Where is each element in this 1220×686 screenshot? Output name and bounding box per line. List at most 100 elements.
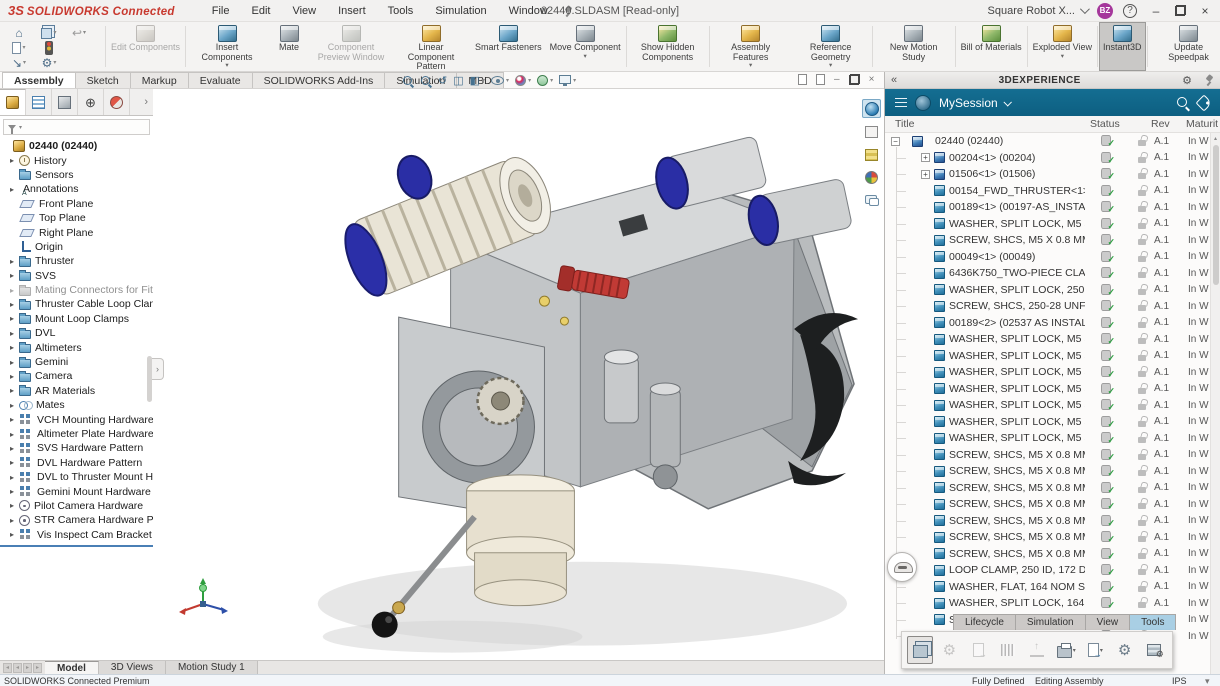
tree-item-thruster[interactable]: ▸Thruster [0, 254, 153, 268]
tree-item-camera[interactable]: ▸Camera [0, 369, 153, 383]
markup-box-icon[interactable] [862, 122, 881, 141]
user-avatar[interactable]: BZ [1097, 3, 1113, 19]
panel-pin-icon[interactable] [1204, 75, 1214, 85]
display-style-icon[interactable]: ◧▾ [470, 74, 485, 87]
expand-arrow-icon[interactable]: ▸ [10, 458, 19, 467]
table-row[interactable]: WASHER, SPLIT LOCK, M5 SCR...A.1In W [885, 381, 1210, 398]
tab-markup[interactable]: Markup [130, 72, 189, 88]
tab-scroll-prev[interactable]: ◂ [13, 663, 22, 673]
table-row[interactable]: SCREW, SHCS, M5 X 0.8 MM TH...A.1In W [885, 463, 1210, 480]
menu-insert[interactable]: Insert [329, 3, 375, 19]
save-button[interactable]: ▾ [41, 26, 56, 39]
column-maturity[interactable]: Maturit [1186, 118, 1218, 130]
table-row[interactable]: SCREW, SHCS, M5 X 0.8 MM TH...A.1In W [885, 513, 1210, 530]
table-row[interactable]: WASHER, SPLIT LOCK, M5 SCR...A.1In W [885, 216, 1210, 233]
table-row[interactable]: +01506<1> (01506)A.1In W [885, 166, 1210, 183]
table-row[interactable]: WASHER, SPLIT LOCK, M5 SCR...A.1In W [885, 348, 1210, 365]
minimize-button[interactable]: – [1147, 4, 1165, 18]
dropdown-arrow-icon[interactable]: ▾ [573, 77, 576, 84]
tab-scroll-last[interactable]: ▸ [33, 663, 42, 673]
expand-arrow-icon[interactable]: ▸ [10, 286, 19, 295]
smart-fasteners-button[interactable]: Smart Fasteners [471, 22, 546, 71]
table-row[interactable]: WASHER, SPLIT LOCK, M5 SCR...A.1In W [885, 364, 1210, 381]
table-row[interactable]: SCREW, SHCS, M5 X 0.8 MM TH...A.1In W [885, 529, 1210, 546]
tree-item-front-plane[interactable]: Front Plane [0, 197, 153, 211]
expand-expander-icon[interactable]: + [921, 153, 930, 162]
tree-item-thruster-cable-loop-clamp[interactable]: ▸Thruster Cable Loop Clamp [0, 297, 153, 311]
tree-item-altimeter-plate-hardware-pattern[interactable]: ▸Altimeter Plate Hardware Pattern [0, 427, 153, 441]
dropdown-arrow-icon[interactable]: ▾ [583, 54, 586, 60]
expand-arrow-icon[interactable]: ▸ [10, 372, 19, 381]
doc-restore-button[interactable] [849, 74, 860, 85]
tab-assembly[interactable]: Assembly [2, 72, 76, 88]
table-row[interactable]: SCREW, SHCS, M5 X 0.8 MM TH...A.1In W [885, 480, 1210, 497]
expand-arrow-icon[interactable]: ▸ [10, 401, 19, 410]
apply-scene-icon[interactable]: ▾ [537, 75, 553, 86]
dropdown-arrow-icon[interactable]: ▾ [1073, 647, 1076, 654]
panel-tab-simulation[interactable]: Simulation [1015, 614, 1086, 630]
hide-show-items-icon[interactable]: ▾ [491, 76, 509, 85]
table-row[interactable]: WASHER, SPLIT LOCK, M5 SCR...A.1In W [885, 430, 1210, 447]
table-row[interactable]: +00204<1> (00204)A.1In W [885, 150, 1210, 167]
instant3d-button[interactable]: Instant3D [1099, 22, 1146, 71]
tree-item-pilot-camera-hardware[interactable]: ▸Pilot Camera Hardware [0, 499, 153, 513]
tree-item-dvl-hardware-pattern[interactable]: ▸DVL Hardware Pattern [0, 456, 153, 470]
tree-item-02440-02440[interactable]: 02440 (02440) [0, 139, 153, 153]
tree-item-sensors[interactable]: Sensors [0, 168, 153, 182]
expand-arrow-icon[interactable]: ▸ [10, 343, 19, 352]
table-row[interactable]: WASHER, SPLIT LOCK, 250 NO...A.1In W [885, 282, 1210, 299]
show-hidden-components-button[interactable]: Show Hidden Components [628, 22, 708, 71]
tab-sketch[interactable]: Sketch [75, 72, 131, 88]
zoom-area-icon[interactable] [420, 75, 432, 87]
table-row[interactable]: 00049<1> (00049)A.1In W [885, 249, 1210, 266]
tab-solidworks-add-ins[interactable]: SOLIDWORKS Add-Ins [252, 72, 386, 88]
status-units-dropdown[interactable]: ▾ [1205, 676, 1210, 686]
expand-arrow-icon[interactable]: ▸ [10, 530, 19, 539]
expand-arrow-icon[interactable]: ▸ [10, 329, 19, 338]
menu-file[interactable]: File [203, 3, 239, 19]
tree-item-str-camera-hardware-pattern-1[interactable]: ▸STR Camera Hardware Pattern 1 [0, 513, 153, 527]
expand-arrow-icon[interactable]: ▸ [10, 185, 19, 194]
hamburger-menu-icon[interactable] [895, 98, 907, 107]
model-tab-motion-study-1[interactable]: Motion Study 1 [166, 661, 258, 674]
table-row[interactable]: 00189<1> (00197-AS_INSTALLED)A.1In W [885, 199, 1210, 216]
tag-icon[interactable] [1196, 94, 1213, 111]
column-status[interactable]: Status [1090, 118, 1120, 130]
expand-arrow-icon[interactable]: ▸ [10, 386, 19, 395]
table-row[interactable]: SCREW, SHCS, M5 X 0.8 MM TH...A.1In W [885, 447, 1210, 464]
doc-minimize-button[interactable]: – [834, 74, 840, 85]
assistant-robot-icon[interactable] [887, 552, 917, 582]
table-row[interactable]: SCREW, SHCS, 250-28 UNF-3A ...A.1In W [885, 298, 1210, 315]
menu-view[interactable]: View [283, 3, 325, 19]
table-row[interactable]: 00154_FWD_THRUSTER<1> (00...A.1In W [885, 183, 1210, 200]
table-row[interactable]: WASHER, SPLIT LOCK, M5 SCR...A.1In W [885, 397, 1210, 414]
panel-tab-tools[interactable]: Tools [1129, 614, 1176, 630]
dropdown-arrow-icon[interactable]: ▾ [1061, 54, 1064, 60]
tree-item-dvl[interactable]: ▸DVL [0, 326, 153, 340]
expand-arrow-icon[interactable]: ▸ [10, 314, 19, 323]
expand-arrow-icon[interactable]: ▸ [10, 516, 19, 525]
graphics-viewport[interactable] [153, 89, 884, 660]
restore-button[interactable] [1175, 5, 1186, 16]
exploded-view-button[interactable]: Exploded View▾ [1029, 22, 1096, 71]
expand-arrow-icon[interactable]: ▸ [10, 358, 19, 367]
panel-search-icon[interactable] [1176, 96, 1190, 110]
search-box[interactable]: Square Robot X... [988, 5, 1087, 17]
tree-item-mating-connectors-for-fitcheck[interactable]: ▸Mating Connectors for Fitcheck [0, 283, 153, 297]
tree-item-annotations[interactable]: ▸Annotations [0, 182, 153, 196]
zoom-fit-icon[interactable] [402, 75, 414, 87]
expand-expander-icon[interactable]: + [921, 170, 930, 179]
design-table-icon[interactable] [862, 145, 881, 164]
move-component-button[interactable]: Move Component▾ [546, 22, 625, 71]
lifecycle-ball-icon[interactable] [862, 168, 881, 187]
section-view-icon[interactable]: ◫ [453, 74, 463, 87]
dropdown-arrow-icon[interactable]: ▾ [225, 63, 228, 69]
collaboration-chat-icon[interactable] [862, 191, 881, 210]
tab-dimxpert-manager[interactable]: ⊕ [78, 89, 104, 115]
tree-item-origin[interactable]: Origin [0, 240, 153, 254]
home-button[interactable]: ⌂ [15, 26, 22, 40]
insert-components-button[interactable]: Insert Components▾ [187, 22, 267, 71]
expand-arrow-icon[interactable]: ▸ [10, 444, 19, 453]
dropdown-arrow-icon[interactable]: ▾ [550, 77, 553, 84]
expand-arrow-icon[interactable]: ▸ [10, 501, 19, 510]
